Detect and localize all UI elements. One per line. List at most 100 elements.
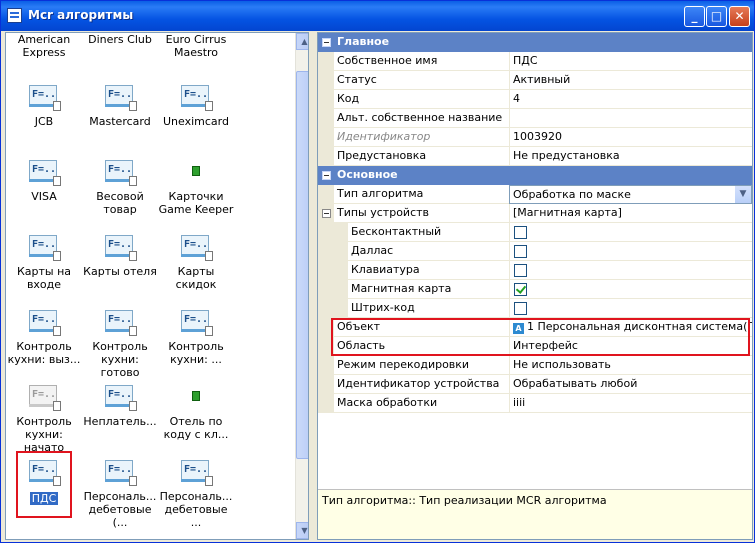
algorithm-item[interactable]: American Express (6, 33, 82, 59)
algorithm-item[interactable]: Карты отеля (82, 233, 158, 278)
property-grid: Главное Собственное имя ПДС Статус Активный… (317, 32, 753, 540)
f-doc-icon (27, 308, 61, 336)
algorithm-item-label: Персональ... дебетовые ... (159, 490, 233, 529)
algorithm-item[interactable]: Персональ... дебетовые ... (158, 458, 234, 529)
collapse-icon[interactable] (322, 209, 331, 218)
prop-value[interactable]: 1003920 (509, 128, 752, 147)
f-doc-icon (103, 158, 137, 186)
algorithm-item[interactable]: Контроль кухни: выз... (6, 308, 82, 366)
prop-name: Собственное имя (337, 54, 438, 67)
algorithm-item[interactable]: Отель по коду с кл... (158, 383, 234, 441)
algorithm-item[interactable]: VISA (6, 158, 82, 203)
f-doc-icon (27, 158, 61, 186)
algorithm-item-label: Отель по коду с кл... (163, 415, 229, 441)
prop-value[interactable] (509, 261, 752, 280)
algorithm-item-label: Контроль кухни: ... (168, 340, 224, 366)
prop-name: Даллас (351, 244, 394, 257)
prop-value[interactable] (509, 299, 752, 318)
prop-row[interactable]: Режим перекодировки Не использовать (318, 356, 752, 375)
scroll-up-button[interactable]: ▲ (296, 33, 308, 50)
prop-name: Бесконтактный (351, 225, 442, 238)
title-bar[interactable]: Mcr алгоритмы _ □ ✕ (1, 1, 754, 31)
prop-row[interactable]: Идентификатор 1003920 (318, 128, 752, 147)
scroll-down-button[interactable]: ▼ (296, 522, 308, 539)
selection-highlight-frame (16, 451, 72, 518)
collapse-icon[interactable] (322, 38, 331, 47)
algorithm-item[interactable]: Весовой товар (82, 158, 158, 216)
scroll-thumb[interactable] (296, 71, 308, 459)
device-row[interactable]: Бесконтактный (318, 223, 752, 242)
algorithm-item[interactable]: Mastercard (82, 83, 158, 128)
algorithm-item[interactable]: Euro Cirrus Maestro (158, 33, 234, 59)
algorithm-item-label: Карты отеля (83, 265, 157, 278)
close-button[interactable]: ✕ (729, 6, 750, 27)
device-row[interactable]: Клавиатура (318, 261, 752, 280)
window-title: Mcr алгоритмы (28, 8, 134, 22)
prop-row[interactable]: Код 4 (318, 90, 752, 109)
algo-type-select[interactable]: Обработка по маске ▼ (509, 185, 752, 204)
maximize-button[interactable]: □ (706, 6, 727, 27)
algorithm-item-label: Карты скидок (175, 265, 217, 291)
prop-value[interactable]: iiii (509, 394, 752, 413)
algorithm-item[interactable]: Карточки Game Keeper (158, 158, 234, 216)
prop-value[interactable]: [Магнитная карта] (509, 204, 752, 223)
algorithm-item-label: Персональ... дебетовые (... (83, 490, 157, 529)
prop-name: Альт. собственное название (337, 111, 503, 124)
prop-value[interactable]: Активный (509, 71, 752, 90)
prop-value[interactable]: ПДС (509, 52, 752, 71)
prop-value[interactable]: Не использовать (509, 356, 752, 375)
category-basic-label: Основное (337, 168, 398, 181)
prop-name: Режим перекодировки (337, 358, 470, 371)
algorithm-item-label: Контроль кухни: готово (92, 340, 148, 379)
pane-splitter[interactable] (310, 32, 316, 540)
prop-name: Штрих-код (351, 301, 415, 314)
category-basic[interactable]: Основное (318, 166, 752, 185)
algorithm-item[interactable]: Контроль кухни: ... (158, 308, 234, 366)
f-doc-icon (27, 233, 61, 261)
f-doc-icon (179, 83, 213, 111)
prop-value[interactable]: Обрабатывать любой (509, 375, 752, 394)
prop-value[interactable] (509, 242, 752, 261)
prop-row[interactable]: Идентификатор устройства Обрабатывать люб… (318, 375, 752, 394)
gallery-scrollbar[interactable]: ▲ ▼ (295, 33, 308, 539)
algorithm-item-label: Неплатель... (83, 415, 157, 428)
f-doc-icon (103, 458, 137, 486)
category-main[interactable]: Главное (318, 33, 752, 52)
object-area-highlight-frame (331, 318, 750, 356)
algorithm-item-label: VISA (31, 190, 57, 203)
f-doc-icon (179, 458, 213, 486)
algorithm-item[interactable]: Uneximcard (158, 83, 234, 128)
prop-value[interactable]: 4 (509, 90, 752, 109)
prop-row-algo-type[interactable]: Тип алгоритма Обработка по маске ▼ (318, 185, 752, 204)
dropdown-arrow-icon[interactable]: ▼ (735, 186, 751, 203)
prop-row-device-types[interactable]: Типы устройств [Магнитная карта] (318, 204, 752, 223)
prop-row[interactable]: Собственное имя ПДС (318, 52, 752, 71)
prop-name: Клавиатура (351, 263, 420, 276)
device-row[interactable]: Штрих-код (318, 299, 752, 318)
algorithm-item[interactable]: Карты скидок (158, 233, 234, 291)
prop-row[interactable]: Предустановка Не предустановка (318, 147, 752, 166)
algorithm-item-label: Diners Club (88, 33, 152, 46)
prop-name: Код (337, 92, 360, 105)
prop-row[interactable]: Альт. собственное название (318, 109, 752, 128)
green-badge-icon (179, 383, 213, 411)
algorithm-item[interactable]: Контроль кухни: начато (6, 383, 82, 454)
algorithm-item[interactable]: Персональ... дебетовые (... (82, 458, 158, 529)
prop-row[interactable]: Статус Активный (318, 71, 752, 90)
prop-value[interactable] (509, 223, 752, 242)
algorithm-item-label: Mastercard (89, 115, 151, 128)
prop-value[interactable]: Не предустановка (509, 147, 752, 166)
algorithm-item[interactable]: JCB (6, 83, 82, 128)
algorithm-item[interactable]: Контроль кухни: готово (82, 308, 158, 379)
algorithm-item[interactable]: Diners Club (82, 33, 158, 46)
f-doc-icon (103, 83, 137, 111)
device-row[interactable]: Даллас (318, 242, 752, 261)
collapse-icon[interactable] (322, 171, 331, 180)
prop-row[interactable]: Маска обработки iiii (318, 394, 752, 413)
prop-value[interactable] (509, 280, 752, 299)
prop-value[interactable] (509, 109, 752, 128)
device-row[interactable]: Магнитная карта (318, 280, 752, 299)
minimize-button[interactable]: _ (684, 6, 705, 27)
algorithm-item[interactable]: Неплатель... (82, 383, 158, 428)
algorithm-item[interactable]: Карты на входе (6, 233, 82, 291)
